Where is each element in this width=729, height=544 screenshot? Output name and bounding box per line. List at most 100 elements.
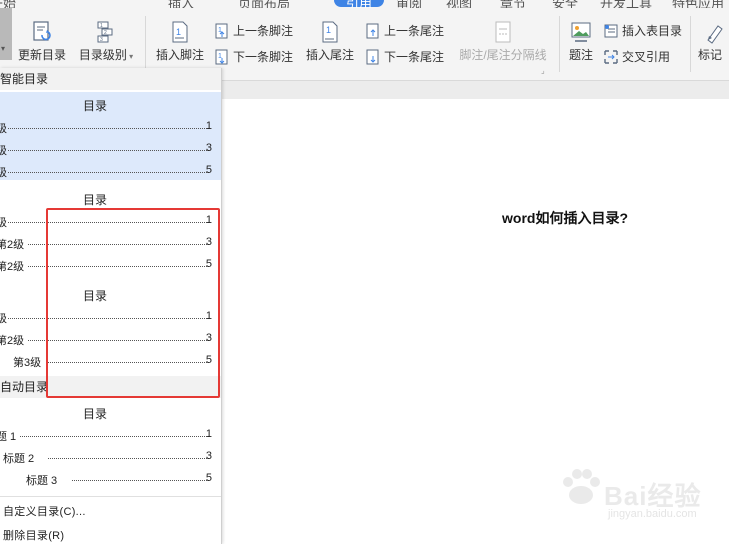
- menu-divider: [0, 496, 221, 497]
- paw-logo-icon: [563, 469, 600, 504]
- ribbon-separator: [690, 16, 691, 72]
- update-toc-label: 更新目录: [17, 48, 66, 62]
- toc-option-title: 目录: [82, 99, 107, 113]
- mark-entry-label: 标记: [698, 48, 723, 62]
- svg-text:3: 3: [100, 37, 103, 43]
- svg-text:1: 1: [218, 53, 222, 60]
- toc-entry: 级1: [0, 120, 221, 136]
- toc-entry: 标题 3 5: [0, 472, 221, 488]
- insert-footnote-button[interactable]: 1 插入脚注: [153, 20, 207, 63]
- leader-dots: [8, 126, 209, 129]
- leader-dots: [8, 148, 209, 151]
- toc-entry-label: 标题 3: [26, 475, 58, 487]
- toc-option-1[interactable]: 目录 级1 级3 级5: [0, 92, 221, 180]
- toc-option-title: 目录: [82, 407, 107, 421]
- prev-footnote-button[interactable]: 1 上一条脚注: [214, 22, 293, 39]
- toc-entry-label: 级: [0, 310, 7, 326]
- menu-tab-home[interactable]: 开始: [0, 0, 16, 8]
- toc-entry-label: 级: [0, 214, 7, 230]
- menu-tab-security[interactable]: 安全: [552, 0, 578, 8]
- next-footnote-button[interactable]: 1 下一条脚注: [214, 48, 293, 65]
- svg-text:1: 1: [326, 25, 331, 35]
- top-menu-bar: 开始 插入 页面布局 引用 审阅 视图 章节 安全 开发工具 特色应用: [0, 0, 729, 8]
- caption-button[interactable]: 题注: [566, 20, 596, 63]
- caption-label: 题注: [568, 48, 593, 62]
- svg-text:1: 1: [176, 27, 181, 37]
- svg-text:1: 1: [100, 23, 103, 29]
- insert-footnote-label: 插入脚注: [155, 48, 204, 62]
- menu-tab-developer[interactable]: 开发工具: [600, 0, 652, 8]
- toc-entry-page: 3: [205, 142, 212, 154]
- caption-icon: [571, 22, 591, 42]
- mark-entry-button[interactable]: 标记: [698, 20, 729, 63]
- chevron-down-icon: ▾: [126, 52, 134, 61]
- update-toc-button[interactable]: 更新目录: [17, 20, 67, 63]
- chevron-down-icon: ▾: [1, 44, 6, 53]
- insert-table-of-figures-button[interactable]: 插入表目录: [603, 22, 682, 39]
- next-endnote-button[interactable]: 下一条尾注: [365, 48, 444, 65]
- toc-dropdown-trigger[interactable]: ▾: [0, 8, 12, 60]
- toc-entry-page: 1: [205, 428, 212, 440]
- menu-tab-layout[interactable]: 页面布局: [238, 0, 290, 8]
- toc-entry-label: 第3级: [13, 357, 42, 369]
- smart-toc-header: 智能目录: [0, 68, 221, 90]
- prev-endnote-label: 上一条尾注: [384, 24, 445, 38]
- insert-footnote-icon: 1: [172, 21, 188, 43]
- toc-option-title: 目录: [82, 193, 107, 207]
- delete-toc-menu-item[interactable]: 删除目录(R): [3, 527, 64, 543]
- toc-entry: 级3: [0, 142, 221, 158]
- auto-toc-option[interactable]: 目录 题 1 1 标题 2 3 标题 3 5: [0, 400, 221, 494]
- cross-reference-label: 交叉引用: [622, 50, 671, 64]
- menu-tab-review[interactable]: 审阅: [396, 0, 422, 8]
- cross-reference-button[interactable]: 交叉引用: [603, 48, 670, 65]
- mark-entry-icon: [707, 25, 723, 44]
- insert-table-of-figures-label: 插入表目录: [622, 24, 683, 38]
- toc-entry-label: 第2级: [0, 261, 25, 273]
- toc-entry-label: 级: [0, 142, 7, 158]
- insert-endnote-icon: 1: [322, 21, 338, 43]
- toc-entry-label: 级: [0, 164, 7, 180]
- menu-tab-special[interactable]: 特色应用: [672, 0, 724, 8]
- toc-entry-label: 题 1: [0, 431, 17, 443]
- prev-endnote-button[interactable]: 上一条尾注: [365, 22, 444, 39]
- toc-entry-page: 5: [205, 472, 212, 484]
- watermark: Bai经验 jingyan.baidu.com: [556, 462, 726, 526]
- toc-entry-page: 1: [205, 120, 212, 132]
- expand-dialog-icon[interactable]: ⌟: [541, 66, 545, 75]
- toc-level-button[interactable]: 123 目录级别 ▾: [76, 20, 136, 63]
- footnote-separator-button[interactable]: 脚注/尾注分隔线: [455, 20, 551, 63]
- watermark-url: jingyan.baidu.com: [608, 508, 697, 520]
- table-of-figures-icon: [604, 24, 618, 37]
- toc-entry: 级5: [0, 164, 221, 180]
- leader-dots: [48, 456, 209, 459]
- menu-tab-references[interactable]: 引用: [334, 0, 385, 8]
- prev-footnote-icon: 1: [215, 23, 228, 38]
- next-footnote-label: 下一条脚注: [233, 50, 294, 64]
- insert-endnote-button[interactable]: 1 插入尾注: [303, 20, 357, 63]
- prev-footnote-label: 上一条脚注: [233, 24, 294, 38]
- leader-dots: [72, 478, 209, 481]
- insert-endnote-label: 插入尾注: [305, 48, 354, 62]
- menu-tab-view[interactable]: 视图: [446, 0, 472, 8]
- footnote-separator-label: 脚注/尾注分隔线: [459, 48, 547, 62]
- leader-dots: [20, 434, 209, 437]
- toc-entry: 标题 2 3: [0, 450, 221, 466]
- toc-entry-label: 第2级: [0, 335, 25, 347]
- custom-toc-menu-item[interactable]: 自定义目录(C)...: [3, 503, 86, 519]
- document-heading[interactable]: word如何插入目录?: [502, 208, 628, 228]
- update-toc-icon: [33, 21, 51, 41]
- prev-endnote-icon: [366, 23, 379, 38]
- toc-entry-label: 第2级: [0, 239, 25, 251]
- toc-entry-label: 级: [0, 120, 7, 136]
- ribbon-separator: [145, 16, 146, 72]
- svg-text:2: 2: [104, 30, 107, 36]
- footnote-separator-icon: [495, 21, 511, 43]
- toc-entry-label: 标题 2: [3, 453, 35, 465]
- next-footnote-icon: 1: [215, 49, 228, 64]
- menu-tab-section[interactable]: 章节: [500, 0, 526, 8]
- menu-tab-insert[interactable]: 插入: [168, 0, 194, 8]
- toc-level-label: 目录级别: [78, 48, 127, 62]
- toc-entry-page: 3: [205, 450, 212, 462]
- annotation-highlight-box: [46, 208, 220, 398]
- ribbon-separator: [559, 16, 560, 72]
